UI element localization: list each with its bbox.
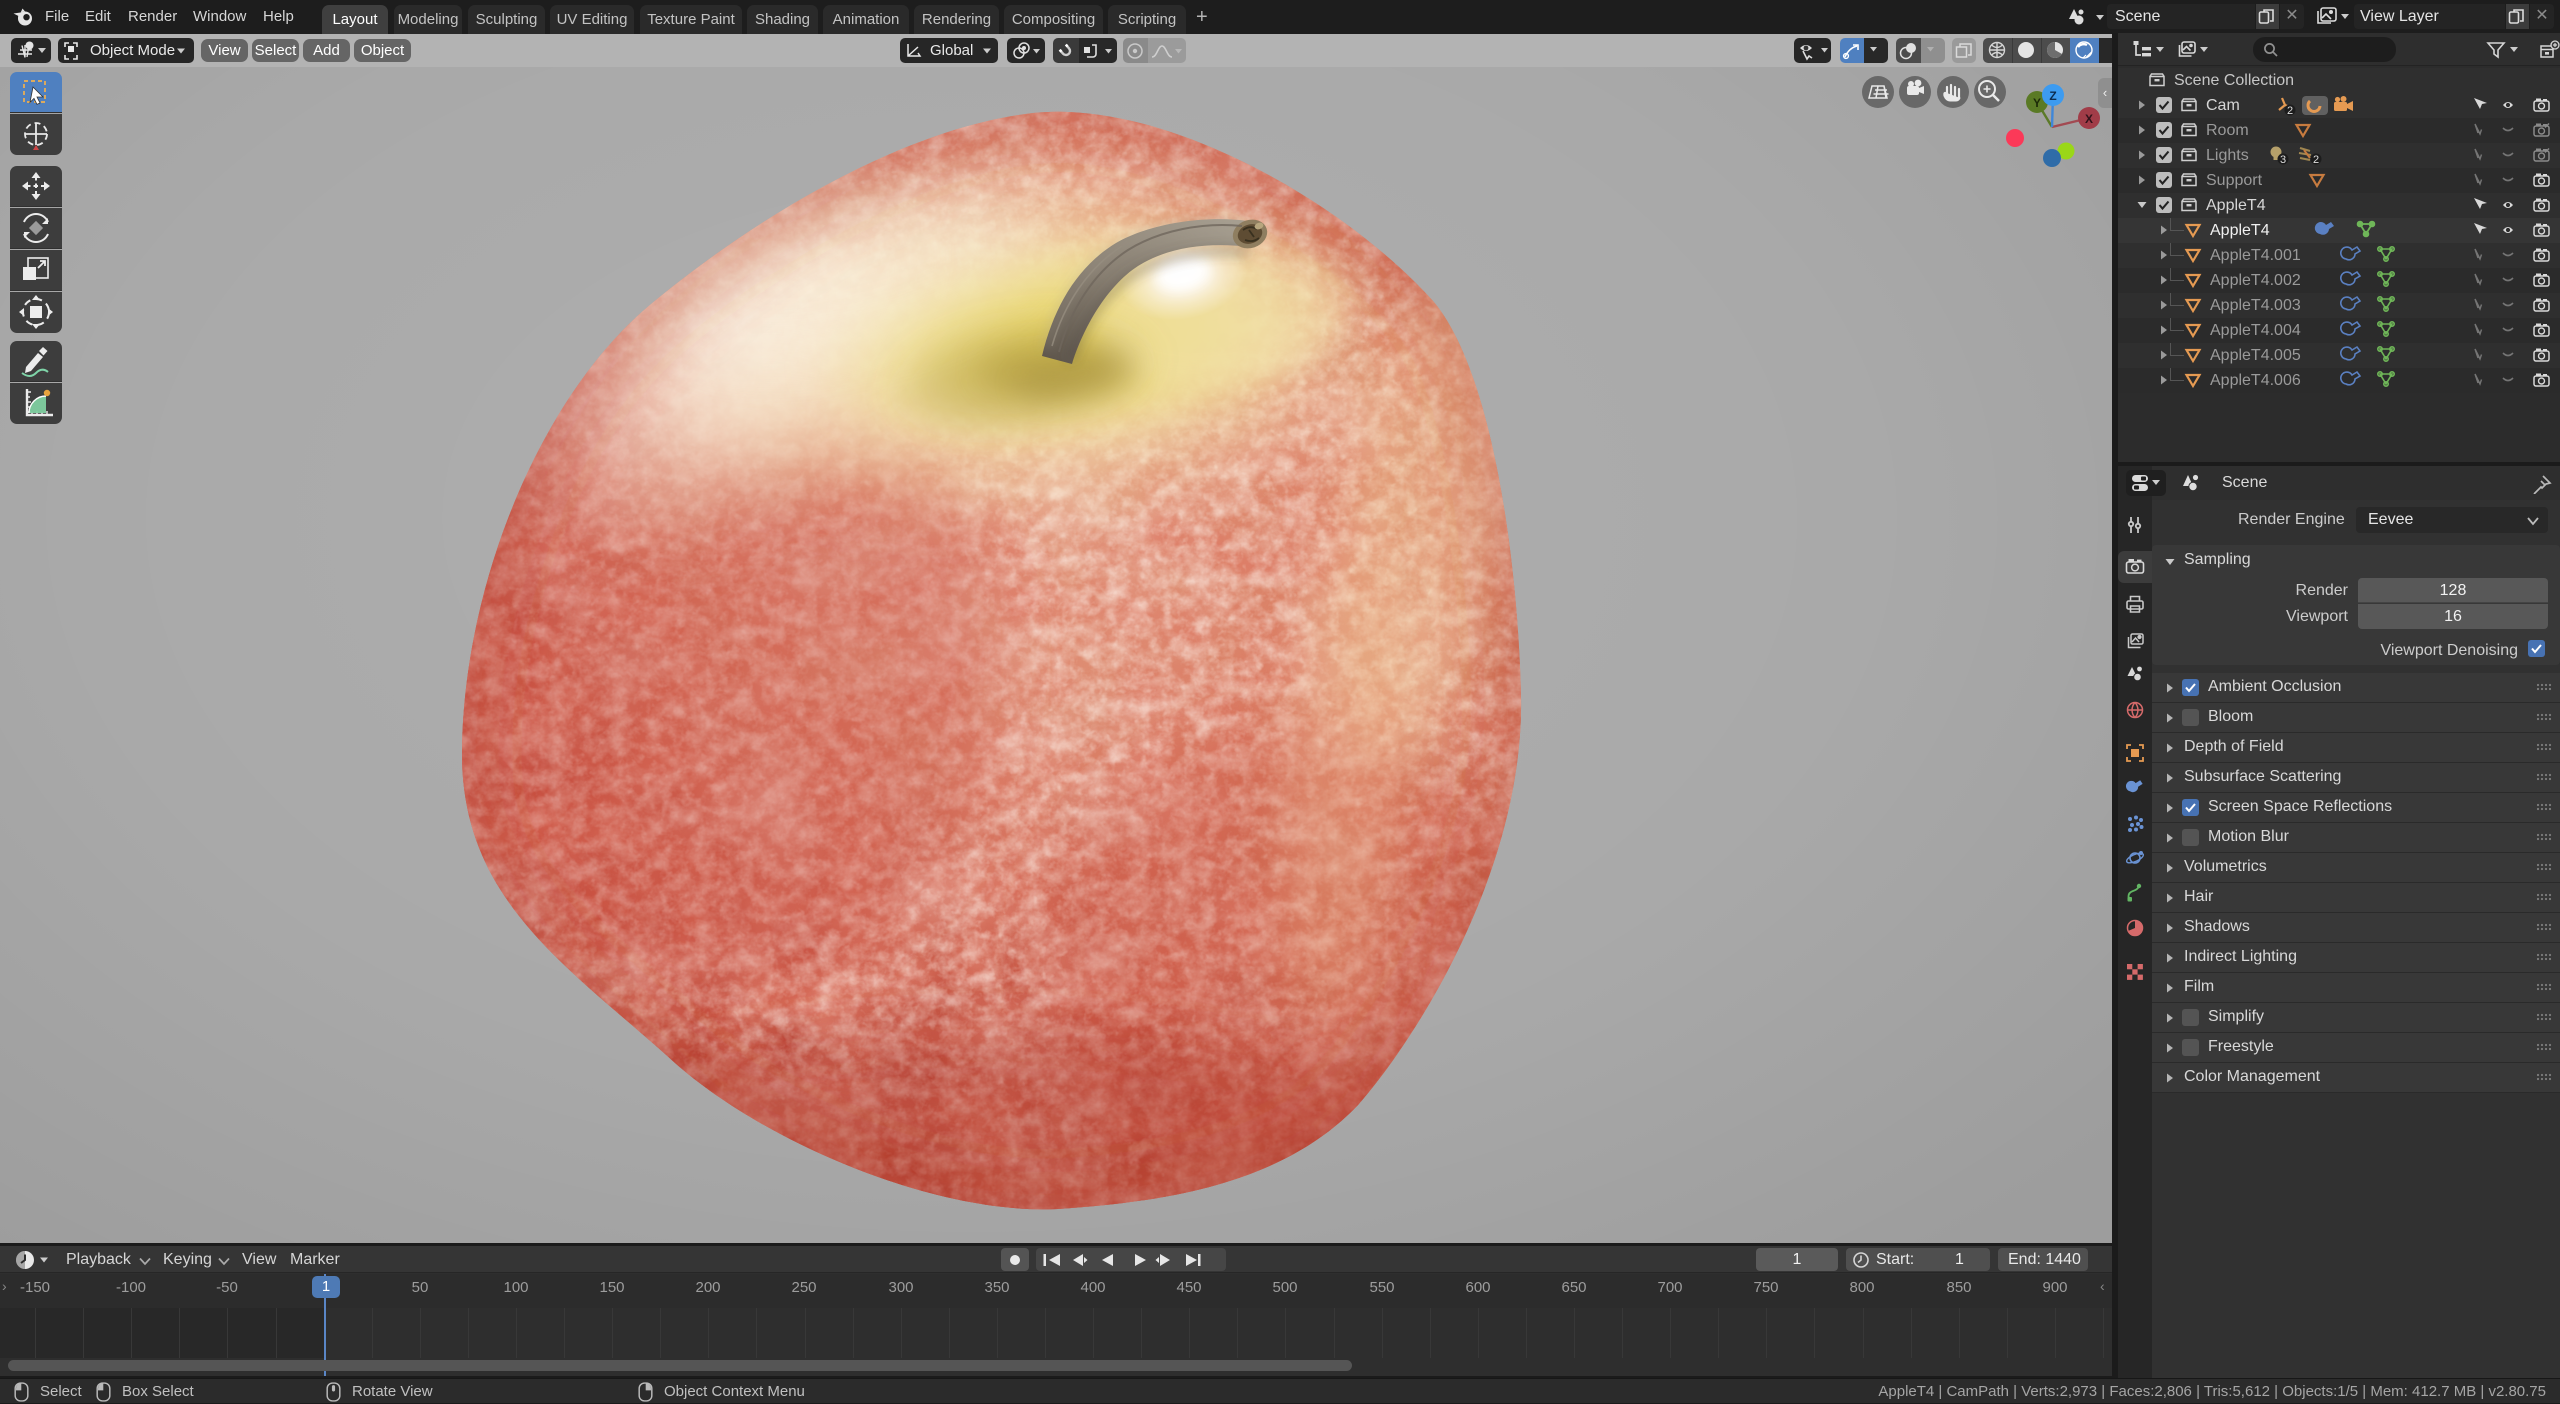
- svg-text:X: X: [2085, 112, 2093, 126]
- svg-text:3: 3: [2280, 154, 2286, 166]
- svg-text:2: 2: [2287, 105, 2293, 116]
- svg-text:Y: Y: [2033, 96, 2041, 110]
- svg-text:Z: Z: [2049, 89, 2056, 103]
- svg-text:2: 2: [2313, 154, 2319, 166]
